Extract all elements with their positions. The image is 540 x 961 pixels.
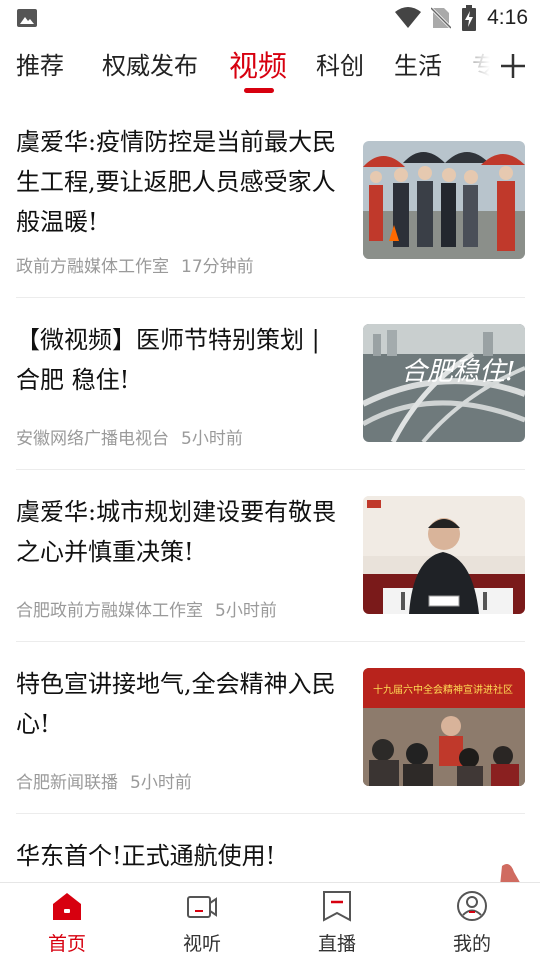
- image-notification-icon: [17, 9, 37, 27]
- news-title: 虞爱华:城市规划建设要有敬畏之心并慎重决策!: [16, 498, 337, 566]
- news-thumbnail: [363, 141, 525, 259]
- tab-video[interactable]: 视频: [229, 43, 287, 85]
- news-item[interactable]: 特色宣讲接地气,全会精神入民心! 合肥新闻联播 5小时前 十九届六中全会精神宣讲进…: [16, 642, 525, 814]
- tabs-fade: [460, 36, 490, 98]
- news-item[interactable]: 华东首个!正式通航使用!: [16, 814, 525, 882]
- nav-live[interactable]: 直播: [292, 889, 382, 956]
- news-meta: 合肥新闻联播 5小时前: [16, 768, 192, 793]
- news-thumbnail: 合肥稳住!: [363, 324, 525, 442]
- nav-profile[interactable]: 我的: [427, 889, 517, 956]
- thumbnail-caption: 十九届六中全会精神宣讲进社区: [373, 683, 513, 696]
- status-bar: 4:16: [0, 0, 540, 36]
- news-thumbnail: [363, 496, 525, 614]
- news-item[interactable]: 虞爱华:城市规划建设要有敬畏之心并慎重决策! 合肥政前方融媒体工作室 5小时前: [16, 470, 525, 642]
- nav-home[interactable]: 首页: [22, 889, 112, 956]
- news-thumbnail: 十九届六中全会精神宣讲进社区: [363, 668, 525, 786]
- nav-home-label: 首页: [47, 933, 86, 955]
- news-source: 政前方融媒体工作室: [16, 257, 169, 277]
- news-time: 5小时前: [181, 429, 243, 449]
- status-time: 4:16: [487, 6, 528, 29]
- nav-video[interactable]: 视听: [157, 889, 247, 956]
- tab-official-release[interactable]: 权威发布: [102, 46, 198, 81]
- news-item[interactable]: 虞爱华:疫情防控是当前最大民生工程,要让返肥人员感受家人般温暖! 政前方融媒体工…: [16, 100, 525, 298]
- nav-profile-label: 我的: [452, 933, 491, 955]
- nav-video-label: 视听: [182, 933, 221, 955]
- news-source: 合肥政前方融媒体工作室: [16, 601, 203, 621]
- wifi-icon: [395, 7, 422, 28]
- no-sim-icon: [431, 6, 452, 30]
- news-source: 合肥新闻联播: [16, 773, 118, 793]
- news-title: 虞爱华:疫情防控是当前最大民生工程,要让返肥人员感受家人般温暖!: [16, 128, 337, 236]
- news-source: 安徽网络广播电视台: [16, 429, 169, 449]
- news-item[interactable]: 【微视频】医师节特别策划 | 合肥 稳住! 安徽网络广播电视台 5小时前 合肥稳住…: [16, 298, 525, 470]
- news-meta: 合肥政前方融媒体工作室 5小时前: [16, 596, 277, 621]
- news-feed[interactable]: 虞爱华:疫情防控是当前最大民生工程,要让返肥人员感受家人般温暖! 政前方融媒体工…: [0, 100, 540, 882]
- home-icon: [53, 893, 81, 920]
- nav-live-label: 直播: [317, 933, 356, 955]
- tab-recommend[interactable]: 推荐: [16, 46, 64, 81]
- channel-tabs: 推荐 权威发布 视频 科创 生活 专: [0, 36, 540, 98]
- battery-charging-icon: [462, 5, 477, 31]
- add-channel-icon[interactable]: [493, 46, 533, 86]
- news-title: 特色宣讲接地气,全会精神入民心!: [16, 670, 336, 738]
- video-icon: [187, 896, 217, 918]
- news-title: 【微视频】医师节特别策划 | 合肥 稳住!: [16, 326, 320, 394]
- news-time: 17分钟前: [181, 257, 254, 277]
- thumbnail-caption: 合肥稳住!: [401, 357, 515, 387]
- news-meta: 政前方融媒体工作室 17分钟前: [16, 252, 254, 277]
- news-meta: 安徽网络广播电视台 5小时前: [16, 424, 243, 449]
- news-time: 5小时前: [130, 773, 192, 793]
- news-time: 5小时前: [215, 601, 277, 621]
- active-tab-indicator: [244, 88, 274, 93]
- tab-innovation[interactable]: 科创: [316, 46, 364, 81]
- bottom-navigation: 首页 视听 直播 我的: [0, 882, 540, 961]
- news-thumbnail-partial: [500, 864, 520, 882]
- profile-icon: [457, 891, 487, 921]
- news-title: 华东首个!正式通航使用!: [16, 842, 276, 870]
- live-icon: [323, 891, 351, 922]
- tab-life[interactable]: 生活: [394, 46, 442, 81]
